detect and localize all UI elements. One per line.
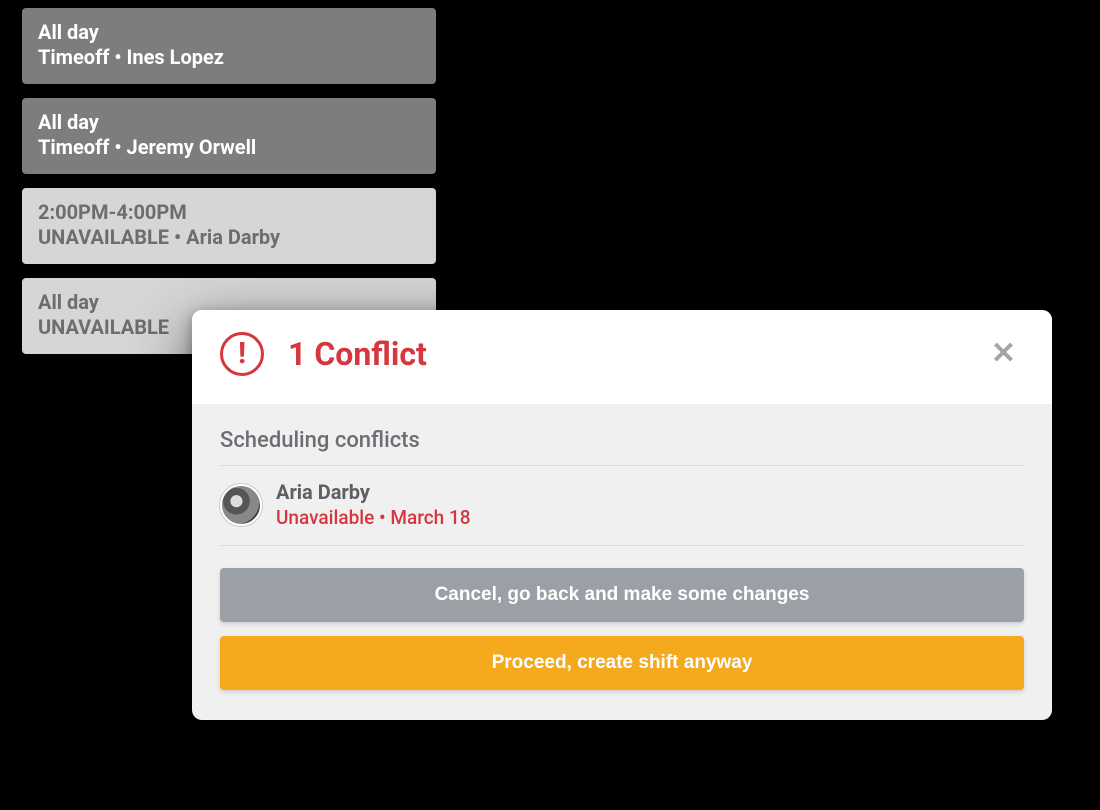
event-detail: UNAVAILABLE • Aria Darby	[38, 225, 420, 250]
event-card[interactable]: 2:00PM-4:00PM UNAVAILABLE • Aria Darby	[22, 188, 436, 264]
event-detail: Timeoff • Ines Lopez	[38, 45, 420, 70]
close-icon[interactable]: ✕	[983, 335, 1024, 373]
conflict-reason: Unavailable • March 18	[276, 506, 471, 529]
event-time: All day	[38, 20, 420, 45]
event-detail: Timeoff • Jeremy Orwell	[38, 135, 420, 160]
section-heading: Scheduling conflicts	[220, 428, 1024, 466]
alert-icon: !	[220, 332, 264, 376]
modal-body: Scheduling conflicts Aria Darby Unavaila…	[192, 404, 1052, 720]
proceed-button[interactable]: Proceed, create shift anyway	[220, 636, 1024, 690]
event-time: All day	[38, 110, 420, 135]
modal-header: ! 1 Conflict ✕	[192, 310, 1052, 404]
conflict-name: Aria Darby	[276, 480, 471, 504]
conflict-row: Aria Darby Unavailable • March 18	[220, 466, 1024, 546]
modal-title: 1 Conflict	[288, 335, 983, 373]
event-card[interactable]: All day Timeoff • Ines Lopez	[22, 8, 436, 84]
conflict-modal: ! 1 Conflict ✕ Scheduling conflicts Aria…	[192, 310, 1052, 720]
avatar	[220, 484, 262, 526]
event-time: 2:00PM-4:00PM	[38, 200, 420, 225]
cancel-button[interactable]: Cancel, go back and make some changes	[220, 568, 1024, 622]
event-card[interactable]: All day Timeoff • Jeremy Orwell	[22, 98, 436, 174]
conflict-text: Aria Darby Unavailable • March 18	[276, 480, 471, 529]
